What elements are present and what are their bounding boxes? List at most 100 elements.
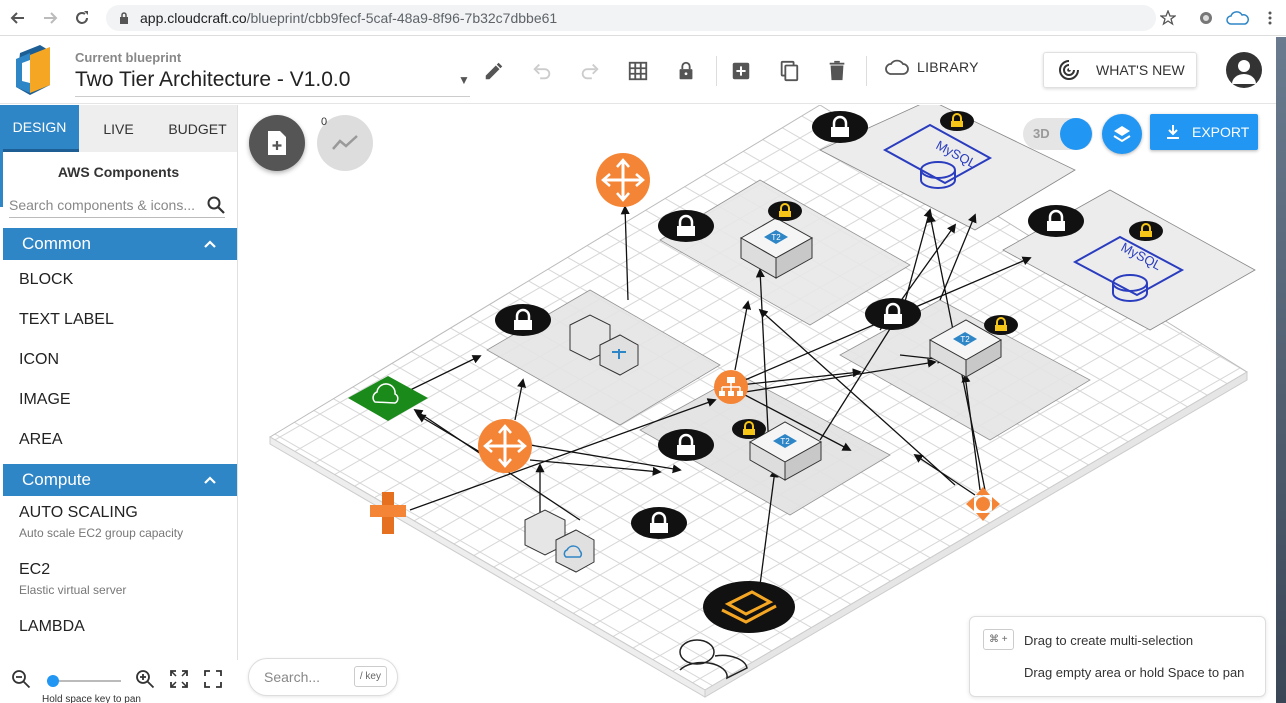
grid-icon[interactable] <box>626 59 650 83</box>
toggle-knob[interactable] <box>1060 118 1092 150</box>
encryption-lock-icon[interactable] <box>768 201 802 221</box>
ec2-type-label: T2 <box>771 233 781 242</box>
zoom-slider-knob[interactable] <box>46 675 59 687</box>
component-search-input[interactable]: Search components & icons... <box>9 192 225 218</box>
components-sidebar: DESIGN LIVE BUDGET AWS Components Search… <box>0 105 238 703</box>
search-icon[interactable] <box>207 196 225 214</box>
component-item-lambda[interactable]: LAMBDA <box>0 610 237 667</box>
blueprint-canvas[interactable]: T2 T2 T2 MySQL MySQL <box>239 105 1276 703</box>
component-title: LAMBDA <box>19 618 85 635</box>
security-lock-icon[interactable] <box>865 298 921 330</box>
tab-budget[interactable]: BUDGET <box>158 105 237 152</box>
blueprint-title[interactable]: Two Tier Architecture - V1.0.0 <box>75 68 350 92</box>
trend-line-icon <box>332 135 358 150</box>
component-title: AUTO SCALING <box>19 504 138 521</box>
modifier-key: ⌘ + <box>983 629 1014 650</box>
blueprint-label: Current blueprint <box>75 50 182 65</box>
extension-icon[interactable] <box>1190 11 1222 25</box>
blueprint-dropdown-icon[interactable]: ▼ <box>458 73 470 87</box>
security-lock-icon[interactable] <box>631 507 687 539</box>
ec2-type-label: T2 <box>780 437 790 446</box>
hints-panel: ⌘ + Drag to create multi-selection Drag … <box>969 616 1266 697</box>
add-icon[interactable] <box>729 59 753 83</box>
back-icon[interactable] <box>2 2 34 34</box>
laptop-icon[interactable] <box>703 581 795 633</box>
component-item[interactable]: AREA <box>0 420 237 460</box>
security-lock-icon[interactable] <box>658 429 714 461</box>
isometric-diagram[interactable]: T2 T2 T2 MySQL MySQL <box>239 105 1276 703</box>
address-bar[interactable]: app.cloudcraft.co/blueprint/cbb9fecf-5ca… <box>106 5 1156 31</box>
encryption-lock-icon[interactable] <box>984 315 1018 335</box>
copy-icon[interactable] <box>777 59 801 83</box>
download-icon <box>1167 125 1179 139</box>
tab-live[interactable]: LIVE <box>79 105 158 152</box>
cloud-icon <box>885 59 909 75</box>
ec2-type-label: T2 <box>960 335 970 344</box>
window-edge <box>1276 37 1286 703</box>
encryption-lock-icon[interactable] <box>732 419 766 439</box>
component-item-ec2[interactable]: EC2 Elastic virtual server <box>0 553 237 610</box>
component-subtitle: Auto scale EC2 group capacity <box>19 526 184 540</box>
forward-icon[interactable] <box>34 2 66 34</box>
fit-view-icon[interactable] <box>170 670 188 688</box>
browser-toolbar: app.cloudcraft.co/blueprint/cbb9fecf-5ca… <box>0 0 1286 36</box>
component-item[interactable]: BLOCK <box>0 260 237 300</box>
library-button[interactable]: LIBRARY <box>885 59 979 75</box>
security-lock-icon[interactable] <box>658 210 714 242</box>
library-label: LIBRARY <box>917 59 979 75</box>
cloud-extension-icon[interactable] <box>1222 11 1254 25</box>
avatar[interactable] <box>1226 52 1262 88</box>
component-item[interactable]: ICON <box>0 340 237 380</box>
section-compute[interactable]: Compute <box>3 464 237 496</box>
toolbar-divider <box>866 56 867 86</box>
add-file-icon <box>268 131 286 155</box>
layers-button[interactable] <box>1102 114 1142 154</box>
add-component-button[interactable] <box>249 115 305 171</box>
zoom-hint: Hold space key to pan <box>42 694 141 703</box>
component-item-autoscaling[interactable]: AUTO SCALING Auto scale EC2 group capaci… <box>0 496 237 553</box>
export-label: EXPORT <box>1192 124 1250 140</box>
tab-design[interactable]: DESIGN <box>0 105 79 152</box>
component-subtitle: Elastic virtual server <box>19 583 127 597</box>
security-lock-icon[interactable] <box>495 304 551 336</box>
edit-icon[interactable] <box>482 59 506 83</box>
hint-multi-selection: Drag to create multi-selection <box>1024 633 1194 648</box>
radar-icon <box>1059 59 1080 80</box>
whats-new-button[interactable]: WHAT'S NEW <box>1043 52 1197 88</box>
section-common[interactable]: Common <box>3 228 237 260</box>
title-underline <box>75 96 470 97</box>
toolbar-divider <box>716 56 717 86</box>
internet-gateway[interactable] <box>596 153 650 207</box>
component-search-placeholder: Search components & icons... <box>9 196 195 213</box>
fullscreen-icon[interactable] <box>204 670 222 688</box>
load-balancer-icon[interactable] <box>714 370 748 404</box>
app-header: Current blueprint Two Tier Architecture … <box>0 37 1276 104</box>
redo-icon[interactable] <box>578 59 602 83</box>
reload-icon[interactable] <box>66 2 98 34</box>
hint-pan: Drag empty area or hold Space to pan <box>1024 665 1245 680</box>
router-icon[interactable] <box>478 419 532 473</box>
cloudcraft-logo[interactable] <box>12 45 54 95</box>
browser-menu-icon[interactable] <box>1254 11 1286 25</box>
search-shortcut-key: / key <box>353 666 387 687</box>
component-item[interactable]: IMAGE <box>0 380 237 420</box>
layers-icon <box>1113 126 1131 143</box>
canvas-search-input[interactable]: Search... / key <box>248 658 398 696</box>
lock-icon[interactable] <box>674 59 698 83</box>
component-item[interactable]: TEXT LABEL <box>0 300 237 340</box>
trash-icon[interactable] <box>825 59 849 83</box>
export-button[interactable]: EXPORT <box>1150 114 1258 150</box>
lock-icon <box>120 12 128 24</box>
encryption-lock-icon[interactable] <box>1129 221 1163 241</box>
security-lock-icon[interactable] <box>812 111 868 143</box>
zoom-in-icon[interactable] <box>135 669 155 689</box>
chevron-up-icon <box>204 240 216 248</box>
sidebar-tabs: DESIGN LIVE BUDGET <box>0 105 237 152</box>
bookmark-star-icon[interactable] <box>1152 10 1184 26</box>
undo-icon[interactable] <box>530 59 554 83</box>
encryption-lock-icon[interactable] <box>940 111 974 131</box>
zoom-out-icon[interactable] <box>11 669 31 689</box>
security-lock-icon[interactable] <box>1028 205 1084 237</box>
url-path: /blueprint/cbb9fecf-5caf-48a9-8f96-7b32c… <box>246 10 558 26</box>
toggle-3d[interactable]: 3D <box>1023 118 1093 150</box>
